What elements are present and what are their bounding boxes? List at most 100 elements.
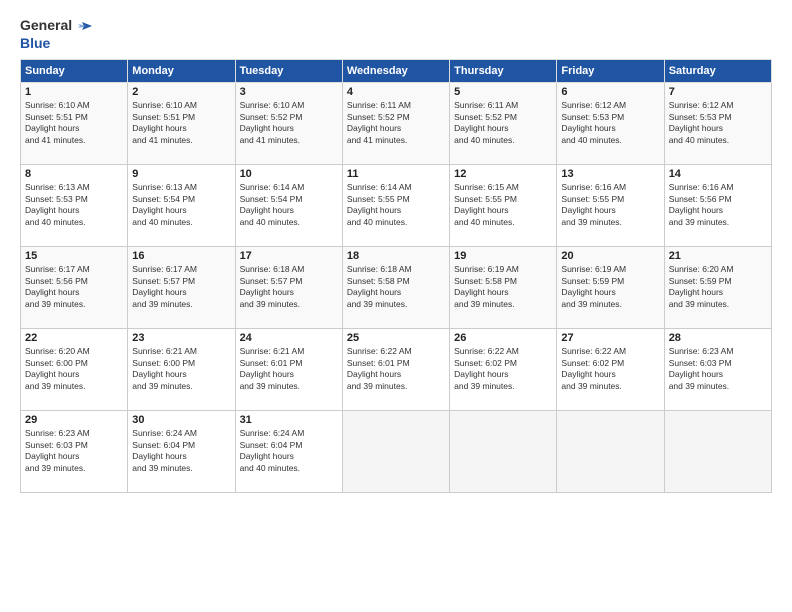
- table-row: 23 Sunrise: 6:21 AM Sunset: 6:00 PM Dayl…: [128, 329, 235, 411]
- day-detail: Sunrise: 6:22 AM Sunset: 6:02 PM Dayligh…: [454, 346, 552, 392]
- logo-blue: Blue: [20, 36, 50, 51]
- day-detail: Sunrise: 6:23 AM Sunset: 6:03 PM Dayligh…: [25, 428, 123, 474]
- day-number: 1: [25, 86, 123, 98]
- table-row: 2 Sunrise: 6:10 AM Sunset: 5:51 PM Dayli…: [128, 83, 235, 165]
- table-row: 27 Sunrise: 6:22 AM Sunset: 6:02 PM Dayl…: [557, 329, 664, 411]
- calendar-header-row: Sunday Monday Tuesday Wednesday Thursday…: [21, 60, 772, 83]
- day-detail: Sunrise: 6:11 AM Sunset: 5:52 PM Dayligh…: [454, 100, 552, 146]
- calendar-week-row: 1 Sunrise: 6:10 AM Sunset: 5:51 PM Dayli…: [21, 83, 772, 165]
- calendar-week-row: 15 Sunrise: 6:17 AM Sunset: 5:56 PM Dayl…: [21, 247, 772, 329]
- col-monday: Monday: [128, 60, 235, 83]
- table-row: 11 Sunrise: 6:14 AM Sunset: 5:55 PM Dayl…: [342, 165, 449, 247]
- day-detail: Sunrise: 6:17 AM Sunset: 5:57 PM Dayligh…: [132, 264, 230, 310]
- table-row: 10 Sunrise: 6:14 AM Sunset: 5:54 PM Dayl…: [235, 165, 342, 247]
- table-row: 7 Sunrise: 6:12 AM Sunset: 5:53 PM Dayli…: [664, 83, 771, 165]
- day-number: 24: [240, 332, 338, 344]
- day-number: 9: [132, 168, 230, 180]
- table-row: 12 Sunrise: 6:15 AM Sunset: 5:55 PM Dayl…: [450, 165, 557, 247]
- table-row: 4 Sunrise: 6:11 AM Sunset: 5:52 PM Dayli…: [342, 83, 449, 165]
- table-row: 6 Sunrise: 6:12 AM Sunset: 5:53 PM Dayli…: [557, 83, 664, 165]
- table-row: 1 Sunrise: 6:10 AM Sunset: 5:51 PM Dayli…: [21, 83, 128, 165]
- table-row: 3 Sunrise: 6:10 AM Sunset: 5:52 PM Dayli…: [235, 83, 342, 165]
- day-detail: Sunrise: 6:21 AM Sunset: 6:00 PM Dayligh…: [132, 346, 230, 392]
- table-row: 31 Sunrise: 6:24 AM Sunset: 6:04 PM Dayl…: [235, 411, 342, 493]
- logo-general: General: [20, 18, 72, 33]
- day-detail: Sunrise: 6:16 AM Sunset: 5:55 PM Dayligh…: [561, 182, 659, 228]
- table-row: 8 Sunrise: 6:13 AM Sunset: 5:53 PM Dayli…: [21, 165, 128, 247]
- day-number: 25: [347, 332, 445, 344]
- calendar-table: Sunday Monday Tuesday Wednesday Thursday…: [20, 59, 772, 493]
- day-detail: Sunrise: 6:24 AM Sunset: 6:04 PM Dayligh…: [240, 428, 338, 474]
- table-row: 29 Sunrise: 6:23 AM Sunset: 6:03 PM Dayl…: [21, 411, 128, 493]
- col-saturday: Saturday: [664, 60, 771, 83]
- day-detail: Sunrise: 6:11 AM Sunset: 5:52 PM Dayligh…: [347, 100, 445, 146]
- day-detail: Sunrise: 6:12 AM Sunset: 5:53 PM Dayligh…: [669, 100, 767, 146]
- day-number: 17: [240, 250, 338, 262]
- day-number: 29: [25, 414, 123, 426]
- day-number: 10: [240, 168, 338, 180]
- table-row: 5 Sunrise: 6:11 AM Sunset: 5:52 PM Dayli…: [450, 83, 557, 165]
- col-sunday: Sunday: [21, 60, 128, 83]
- table-row: 19 Sunrise: 6:19 AM Sunset: 5:58 PM Dayl…: [450, 247, 557, 329]
- table-row: 9 Sunrise: 6:13 AM Sunset: 5:54 PM Dayli…: [128, 165, 235, 247]
- day-number: 16: [132, 250, 230, 262]
- table-row: 24 Sunrise: 6:21 AM Sunset: 6:01 PM Dayl…: [235, 329, 342, 411]
- day-number: 4: [347, 86, 445, 98]
- day-number: 31: [240, 414, 338, 426]
- day-number: 7: [669, 86, 767, 98]
- day-number: 19: [454, 250, 552, 262]
- day-number: 8: [25, 168, 123, 180]
- day-number: 30: [132, 414, 230, 426]
- table-row: 26 Sunrise: 6:22 AM Sunset: 6:02 PM Dayl…: [450, 329, 557, 411]
- day-detail: Sunrise: 6:22 AM Sunset: 6:02 PM Dayligh…: [561, 346, 659, 392]
- calendar-week-row: 29 Sunrise: 6:23 AM Sunset: 6:03 PM Dayl…: [21, 411, 772, 493]
- col-thursday: Thursday: [450, 60, 557, 83]
- page: General Blue Sunday Monday Tuesday Wedne…: [0, 0, 792, 612]
- day-number: 12: [454, 168, 552, 180]
- logo-bird-icon: [74, 16, 94, 36]
- day-number: 11: [347, 168, 445, 180]
- day-number: 15: [25, 250, 123, 262]
- day-detail: Sunrise: 6:10 AM Sunset: 5:52 PM Dayligh…: [240, 100, 338, 146]
- day-detail: Sunrise: 6:12 AM Sunset: 5:53 PM Dayligh…: [561, 100, 659, 146]
- day-detail: Sunrise: 6:13 AM Sunset: 5:54 PM Dayligh…: [132, 182, 230, 228]
- col-friday: Friday: [557, 60, 664, 83]
- table-row: 21 Sunrise: 6:20 AM Sunset: 5:59 PM Dayl…: [664, 247, 771, 329]
- table-row: 13 Sunrise: 6:16 AM Sunset: 5:55 PM Dayl…: [557, 165, 664, 247]
- day-detail: Sunrise: 6:23 AM Sunset: 6:03 PM Dayligh…: [669, 346, 767, 392]
- day-number: 5: [454, 86, 552, 98]
- table-row: 22 Sunrise: 6:20 AM Sunset: 6:00 PM Dayl…: [21, 329, 128, 411]
- day-detail: Sunrise: 6:21 AM Sunset: 6:01 PM Dayligh…: [240, 346, 338, 392]
- day-detail: Sunrise: 6:18 AM Sunset: 5:57 PM Dayligh…: [240, 264, 338, 310]
- table-row: 20 Sunrise: 6:19 AM Sunset: 5:59 PM Dayl…: [557, 247, 664, 329]
- day-number: 22: [25, 332, 123, 344]
- table-row: 28 Sunrise: 6:23 AM Sunset: 6:03 PM Dayl…: [664, 329, 771, 411]
- table-row: 14 Sunrise: 6:16 AM Sunset: 5:56 PM Dayl…: [664, 165, 771, 247]
- day-detail: Sunrise: 6:19 AM Sunset: 5:58 PM Dayligh…: [454, 264, 552, 310]
- day-number: 23: [132, 332, 230, 344]
- table-row: 25 Sunrise: 6:22 AM Sunset: 6:01 PM Dayl…: [342, 329, 449, 411]
- table-row: [450, 411, 557, 493]
- day-number: 28: [669, 332, 767, 344]
- day-detail: Sunrise: 6:22 AM Sunset: 6:01 PM Dayligh…: [347, 346, 445, 392]
- table-row: 17 Sunrise: 6:18 AM Sunset: 5:57 PM Dayl…: [235, 247, 342, 329]
- table-row: [557, 411, 664, 493]
- day-number: 26: [454, 332, 552, 344]
- day-detail: Sunrise: 6:10 AM Sunset: 5:51 PM Dayligh…: [25, 100, 123, 146]
- day-detail: Sunrise: 6:10 AM Sunset: 5:51 PM Dayligh…: [132, 100, 230, 146]
- calendar-week-row: 8 Sunrise: 6:13 AM Sunset: 5:53 PM Dayli…: [21, 165, 772, 247]
- day-number: 6: [561, 86, 659, 98]
- day-detail: Sunrise: 6:17 AM Sunset: 5:56 PM Dayligh…: [25, 264, 123, 310]
- day-detail: Sunrise: 6:24 AM Sunset: 6:04 PM Dayligh…: [132, 428, 230, 474]
- day-detail: Sunrise: 6:20 AM Sunset: 5:59 PM Dayligh…: [669, 264, 767, 310]
- day-detail: Sunrise: 6:14 AM Sunset: 5:54 PM Dayligh…: [240, 182, 338, 228]
- table-row: [664, 411, 771, 493]
- day-detail: Sunrise: 6:13 AM Sunset: 5:53 PM Dayligh…: [25, 182, 123, 228]
- table-row: 18 Sunrise: 6:18 AM Sunset: 5:58 PM Dayl…: [342, 247, 449, 329]
- day-number: 3: [240, 86, 338, 98]
- calendar-week-row: 22 Sunrise: 6:20 AM Sunset: 6:00 PM Dayl…: [21, 329, 772, 411]
- table-row: 15 Sunrise: 6:17 AM Sunset: 5:56 PM Dayl…: [21, 247, 128, 329]
- header: General Blue: [20, 16, 772, 51]
- day-detail: Sunrise: 6:18 AM Sunset: 5:58 PM Dayligh…: [347, 264, 445, 310]
- day-detail: Sunrise: 6:14 AM Sunset: 5:55 PM Dayligh…: [347, 182, 445, 228]
